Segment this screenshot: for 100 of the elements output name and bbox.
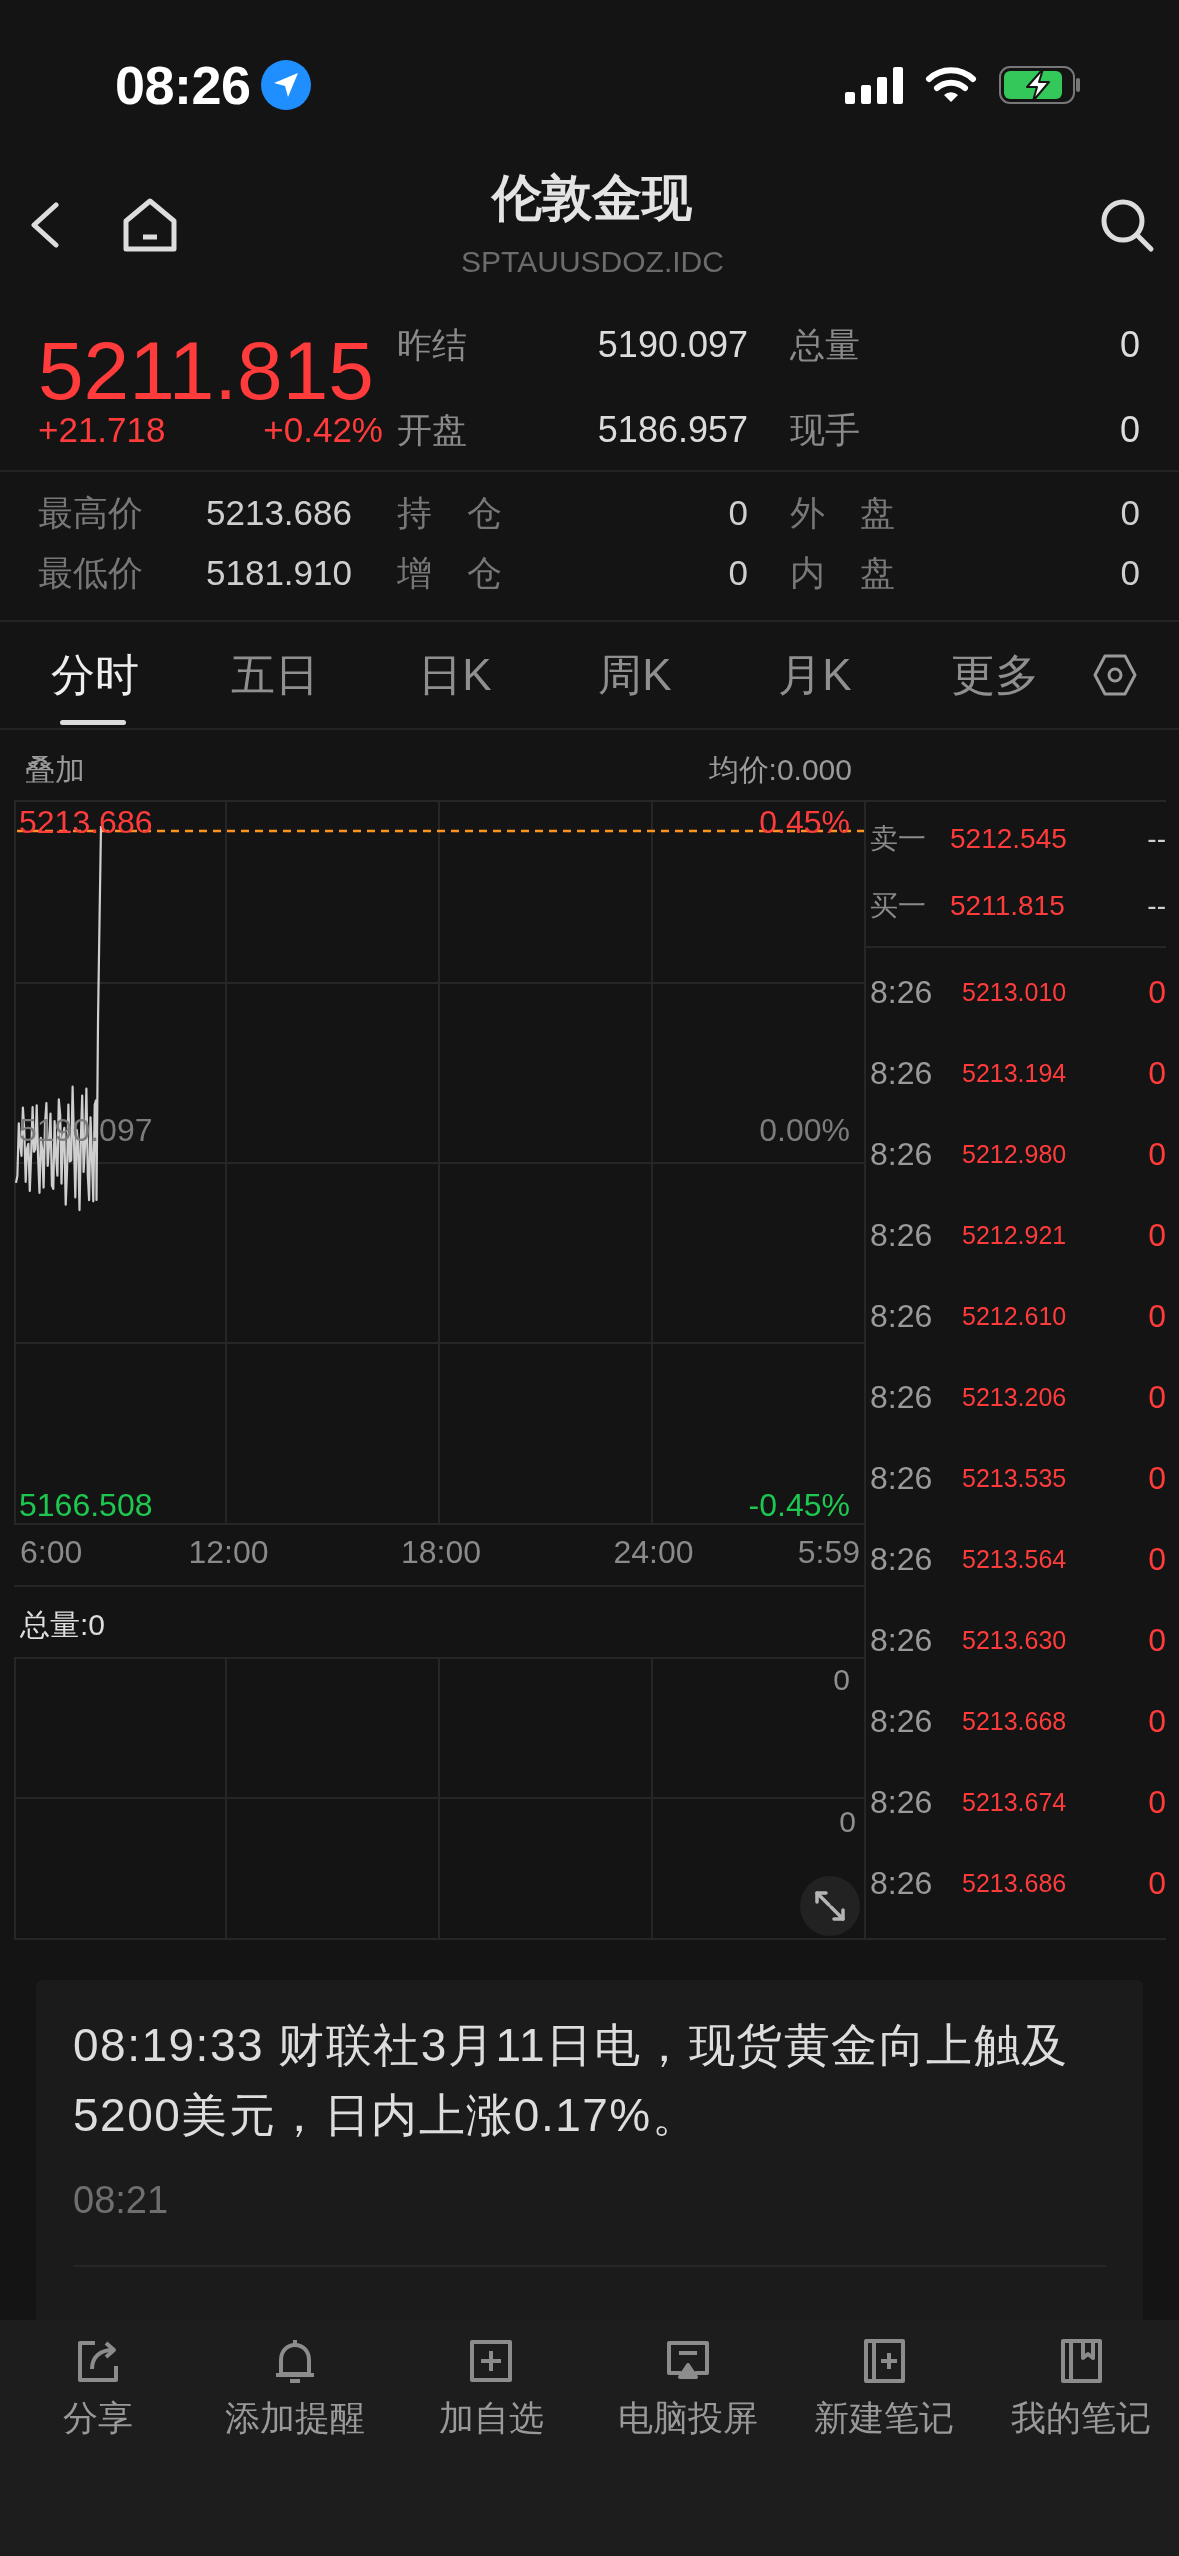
tick-time: 8:26 xyxy=(870,1620,934,1660)
time-axis-label: 24:00 xyxy=(613,1533,694,1572)
order-price: 5212.545 xyxy=(950,821,1068,856)
news-text: 08:19:33 财联社3月11日电，现货黄金向上触及5200美元，日内上涨0.17%。 xyxy=(73,2018,1070,2143)
tick-time: 8:26 xyxy=(870,1863,934,1903)
cast-button[interactable]: 电脑投屏 xyxy=(617,2320,758,2440)
tick-price: 5213.194 xyxy=(962,1057,1068,1089)
tick-time: 8:26 xyxy=(870,1296,934,1336)
tick-volume: 0 xyxy=(1148,1215,1166,1255)
tick-price: 5213.630 xyxy=(962,1624,1068,1656)
time-axis-label: 5:59 xyxy=(797,1533,860,1572)
location-icon xyxy=(260,60,311,110)
notes-button[interactable]: 我的笔记 xyxy=(1010,2320,1151,2440)
percent-level-label: 0.00% xyxy=(759,1111,850,1150)
tick-volume: 0 xyxy=(1148,1620,1166,1660)
battery-icon xyxy=(999,66,1081,104)
order-label: 买一 xyxy=(870,888,927,923)
tick-volume: 0 xyxy=(1148,1539,1166,1579)
tick-time: 8:26 xyxy=(870,1377,934,1417)
stat-value: 0 xyxy=(1119,324,1140,365)
stat-value: 0 xyxy=(1120,493,1140,532)
order-price: 5211.815 xyxy=(950,888,1066,923)
tick-price: 5213.535 xyxy=(962,1462,1068,1494)
tick-time: 8:26 xyxy=(870,1539,934,1579)
order-label: 卖一 xyxy=(870,821,927,856)
wifi-icon xyxy=(925,66,977,104)
stat-value: 0 xyxy=(1119,409,1140,450)
expand-icon xyxy=(813,1889,847,1923)
tick-volume: 0 xyxy=(1148,1458,1166,1498)
stat-value: 5190.097 xyxy=(597,324,748,365)
tick-price: 5213.686 xyxy=(962,1867,1068,1899)
tick-volume: 0 xyxy=(1148,972,1166,1012)
page-title: 伦敦金现 xyxy=(490,169,694,228)
stat-label: 开盘 xyxy=(397,410,467,449)
stat-value: 0 xyxy=(728,493,748,532)
stat-value: 0 xyxy=(1120,553,1140,592)
percent-level-label: 0.45% xyxy=(759,803,850,842)
tick-volume: 0 xyxy=(1148,1296,1166,1336)
tick-volume: 0 xyxy=(1148,1863,1166,1903)
watchlist-button[interactable]: 加自选 xyxy=(438,2320,544,2440)
tick-volume: 0 xyxy=(1148,1701,1166,1741)
tick-time: 8:26 xyxy=(870,972,934,1012)
tick-time: 8:26 xyxy=(870,1215,934,1255)
tick-price: 5212.610 xyxy=(962,1300,1068,1332)
tick-volume: 0 xyxy=(1148,1053,1166,1093)
back-icon[interactable] xyxy=(30,202,60,248)
symbol-code: SPTAUUSDOZ.IDC xyxy=(461,244,724,280)
tab[interactable]: 月K xyxy=(725,622,905,728)
settings-icon[interactable] xyxy=(1093,653,1137,697)
tick-time: 8:26 xyxy=(870,1134,934,1174)
stat-label: 外 盘 xyxy=(790,492,895,534)
tab[interactable]: 日K xyxy=(365,622,545,728)
stat-label: 昨结 xyxy=(397,325,467,364)
tick-volume: 0 xyxy=(1148,1377,1166,1417)
time-axis-label: 12:00 xyxy=(188,1533,269,1572)
tick-price: 5213.010 xyxy=(962,976,1068,1008)
news-card[interactable]: 08:19:33 财联社3月11日电，现货黄金向上触及5200美元，日内上涨0.17%。 08:21 xyxy=(36,1980,1143,2320)
tick-price: 5212.921 xyxy=(962,1219,1068,1251)
stat-label: 持 仓 xyxy=(397,492,502,534)
price-level-label: 5166.508 xyxy=(19,1486,153,1525)
news-time: 08:21 xyxy=(73,2180,169,2220)
last-price: 5211.815 xyxy=(38,330,375,412)
home-icon[interactable] xyxy=(122,197,178,253)
tab[interactable]: 分时 xyxy=(5,622,185,728)
volume-axis-label: 0 xyxy=(833,1662,850,1698)
stat-label: 内 盘 xyxy=(790,552,895,594)
tick-price: 5213.206 xyxy=(962,1381,1068,1413)
stat-value: 5186.957 xyxy=(597,409,748,450)
percent-change: +0.42% xyxy=(263,410,383,450)
percent-level-label: -0.45% xyxy=(748,1486,850,1525)
alert-button[interactable]: 添加提醒 xyxy=(224,2320,365,2440)
tick-volume: 0 xyxy=(1148,1782,1166,1822)
order-volume: -- xyxy=(1147,888,1166,923)
price-change: +21.718 xyxy=(38,410,166,450)
tab[interactable]: 五日 xyxy=(185,622,365,728)
tick-price: 5213.668 xyxy=(962,1705,1068,1737)
price-level-label: 5213.686 xyxy=(19,803,153,842)
tick-time: 8:26 xyxy=(870,1701,934,1741)
stat-value: 0 xyxy=(728,553,748,592)
time-axis-label: 18:00 xyxy=(400,1533,482,1572)
overlay-button[interactable]: 叠加 xyxy=(25,750,85,790)
tick-time: 8:26 xyxy=(870,1782,934,1822)
stat-label: 最高价 xyxy=(38,492,143,534)
tick-price: 5213.564 xyxy=(962,1543,1068,1575)
stat-label: 增 仓 xyxy=(397,552,502,594)
tick-volume: 0 xyxy=(1148,1134,1166,1174)
tick-time: 8:26 xyxy=(870,1053,934,1093)
stat-label: 最低价 xyxy=(38,552,143,594)
volume-total: 总量:0 xyxy=(20,1608,106,1641)
tab[interactable]: 周K xyxy=(545,622,725,728)
tick-price: 5213.674 xyxy=(962,1786,1068,1818)
status-time: 08:26 xyxy=(115,55,251,115)
stat-label: 现手 xyxy=(790,410,860,449)
share-button[interactable]: 分享 xyxy=(63,2320,134,2440)
average-price: 均价:0.000 xyxy=(708,752,852,788)
search-icon[interactable] xyxy=(1099,197,1155,253)
tab[interactable]: 更多 xyxy=(905,622,1085,728)
stat-label: 总量 xyxy=(790,325,860,364)
tick-price: 5212.980 xyxy=(962,1138,1068,1170)
new-note-button[interactable]: 新建笔记 xyxy=(814,2320,955,2440)
